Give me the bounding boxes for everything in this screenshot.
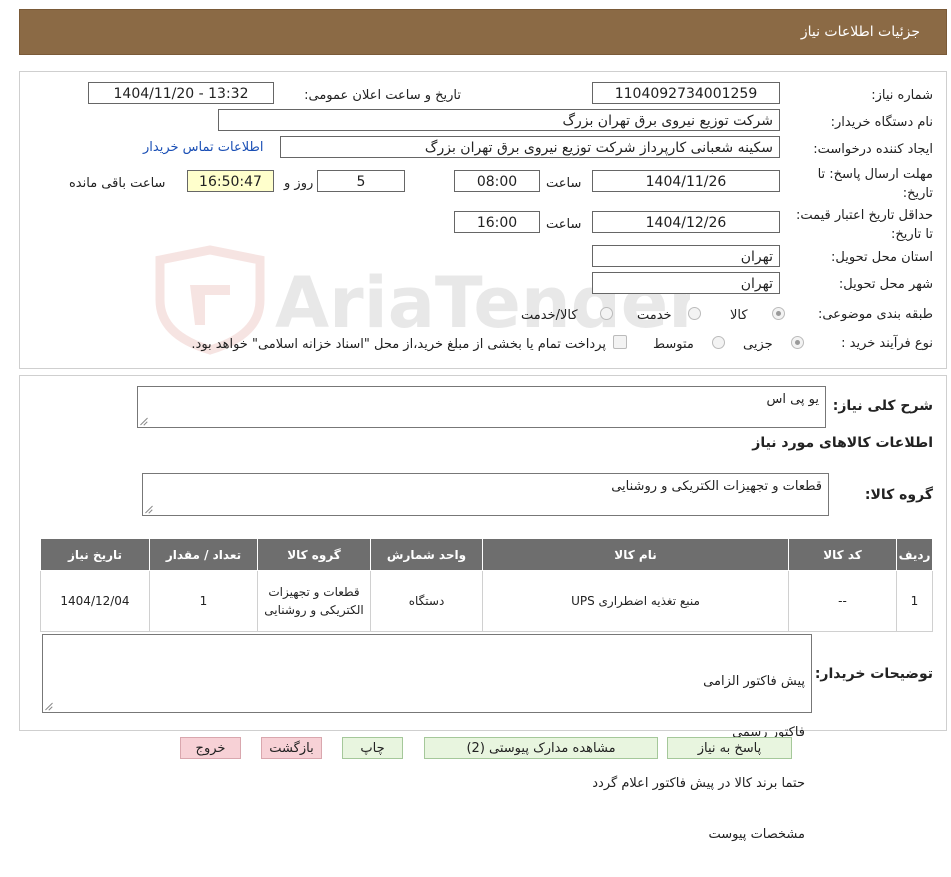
goods-table: ردیف کد کالا نام کالا واحد شمارش گروه کا… [40,538,933,632]
page-title: جزئیات اطلاعات نیاز [800,24,920,40]
process-radio-minor[interactable] [791,336,804,349]
cell-goods-name: منبع تغذیه اضطراری UPS [482,570,789,632]
back-button[interactable]: بازگشت [261,737,322,759]
announce-label: تاریخ و ساعت اعلان عمومی: [304,88,461,103]
resize-grip-icon[interactable] [45,702,53,710]
announce-field[interactable]: 1404/11/20 - 13:32 [88,82,274,104]
col-quantity: تعداد / مقدار [149,538,258,571]
creator-field[interactable]: سکینه شعبانی کارپرداز شرکت توزیع نیروی ب… [280,136,780,158]
cell-need-date: 1404/12/04 [40,570,150,632]
resize-grip-icon[interactable] [140,417,148,425]
remaining-time-field: 16:50:47 [187,170,274,192]
days-field[interactable]: 5 [317,170,405,192]
city-field[interactable]: تهران [592,272,780,294]
buyer-org-field[interactable]: شرکت توزیع نیروی برق تهران بزرگ [218,109,780,131]
process-option-minor: جزیی [743,337,773,352]
cell-quantity: 1 [149,570,258,632]
cell-unit: دستگاه [370,570,483,632]
buyer-contact-link[interactable]: اطلاعات تماس خریدار [143,140,263,155]
buyer-notes-label: توضیحات خریدار: [814,666,933,682]
process-option-medium: متوسط [653,337,694,352]
reply-button[interactable]: پاسخ به نیاز [667,737,792,759]
table-header-row: ردیف کد کالا نام کالا واحد شمارش گروه کا… [40,538,933,571]
goods-group-label: گروه کالا: [864,487,933,503]
category-radio-service[interactable] [688,307,701,320]
buyer-note-line: حتما برند کالا در پیش فاکتور اعلام گردد [592,776,805,791]
need-number-field[interactable]: 1104092734001259 [592,82,780,104]
table-row: 1 -- منبع تغذیه اضطراری UPS دستگاه قطعات… [40,570,933,632]
validity-time-field[interactable]: 16:00 [454,211,540,233]
category-radio-goods[interactable] [772,307,785,320]
cell-goods-group: قطعات و تجهیزات الکتریکی و روشنایی [257,570,371,632]
province-field[interactable]: تهران [592,245,780,267]
validity-date-field[interactable]: 1404/12/26 [592,211,780,233]
cell-row-number: 1 [896,570,933,632]
buyer-note-line: مشخصات پیوست [708,827,805,842]
buyer-note-line: پیش فاکتور الزامی [703,674,805,689]
remaining-label: ساعت باقی مانده [69,176,166,191]
page-header: جزئیات اطلاعات نیاز [19,9,947,55]
buyer-notes-field[interactable]: پیش فاکتور الزامی فاکتور رسمی حتما برند … [42,634,812,842]
exit-button[interactable]: خروج [180,737,241,759]
cell-goods-code: -- [788,570,897,632]
col-goods-group: گروه کالا [257,538,371,571]
col-need-date: تاریخ نیاز [40,538,150,571]
col-unit: واحد شمارش [370,538,483,571]
city-label: شهر محل تحویل: [838,277,933,292]
need-summary-field[interactable]: یو پی اس [137,386,826,428]
category-radio-goods-service[interactable] [600,307,613,320]
process-label: نوع فرآیند خرید : [841,336,933,351]
deadline-time-field[interactable]: 08:00 [454,170,540,192]
need-summary-label: شرح کلی نیاز: [832,398,933,414]
goods-info-title: اطلاعات کالاهای مورد نیاز [752,435,933,451]
goods-group-field[interactable]: قطعات و تجهیزات الکتریکی و روشنایی [142,473,829,516]
print-button[interactable]: چاپ [342,737,403,759]
goods-group-value: قطعات و تجهیزات الکتریکی و روشنایی [611,479,822,494]
need-number-label: شماره نیاز: [871,88,933,103]
view-attachments-button[interactable]: مشاهده مدارک پیوستی (2) [424,737,658,759]
category-option-service: خدمت [637,308,672,323]
category-label: طبقه بندی موضوعی: [817,307,933,322]
need-summary-value: یو پی اس [766,392,819,407]
validity-time-label: ساعت [546,217,582,232]
validity-label: حداقل تاریخ اعتبار قیمت: تا تاریخ: [795,208,933,242]
treasury-payment-checkbox[interactable] [613,335,627,349]
process-radio-medium[interactable] [712,336,725,349]
deadline-label: مهلت ارسال پاسخ: تا تاریخ: [817,167,933,201]
payment-note: پرداخت تمام یا بخشی از مبلغ خرید،از محل … [191,337,606,352]
deadline-time-label: ساعت [546,176,582,191]
province-label: استان محل تحویل: [831,250,933,265]
category-option-goods-service: کالا/خدمت [521,308,578,323]
resize-grip-icon[interactable] [145,505,153,513]
col-goods-code: کد کالا [788,538,897,571]
category-option-goods: کالا [730,308,748,323]
col-row-number: ردیف [896,538,933,571]
creator-label: ایجاد کننده درخواست: [813,142,933,157]
deadline-date-field[interactable]: 1404/11/26 [592,170,780,192]
col-goods-name: نام کالا [482,538,789,571]
days-label: روز و [284,176,314,191]
buyer-org-label: نام دستگاه خریدار: [830,115,933,130]
